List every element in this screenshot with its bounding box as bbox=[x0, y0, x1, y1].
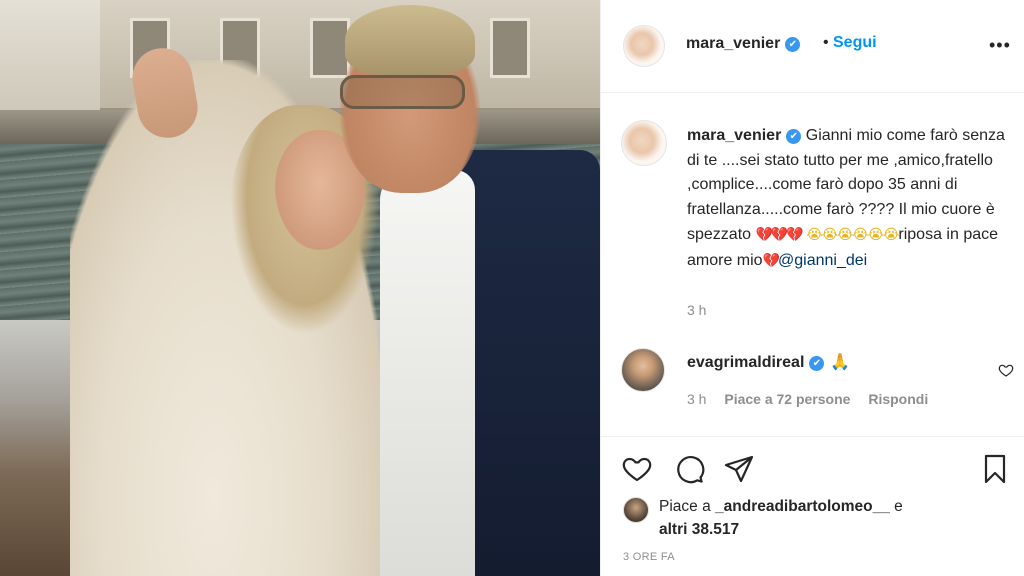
caption-author-username[interactable]: mara_venier ✔ bbox=[687, 127, 802, 144]
heart-icon[interactable] bbox=[621, 453, 653, 485]
post-caption: mara_venier ✔ Gianni mio come farò senza … bbox=[687, 124, 1019, 273]
likes-others-count[interactable]: altri 38.517 bbox=[659, 521, 739, 538]
likes-middle: e bbox=[889, 498, 903, 515]
post-actions: Piace a _andreadibartolomeo__ e altri 38… bbox=[601, 436, 1024, 576]
verified-badge-icon: ✔ bbox=[809, 356, 825, 371]
verified-badge-icon: ✔ bbox=[786, 129, 802, 144]
comment-time[interactable]: 3 h bbox=[687, 391, 706, 407]
caption-author-avatar[interactable] bbox=[621, 120, 667, 166]
caption-time[interactable]: 3 h bbox=[687, 302, 706, 318]
author-avatar[interactable] bbox=[623, 25, 665, 67]
likes-summary: Piace a _andreadibartolomeo__ e altri 38… bbox=[659, 495, 903, 541]
more-options-icon[interactable]: ••• bbox=[989, 36, 1011, 54]
photo-man-hair bbox=[345, 5, 475, 75]
comment-body: evagrimaldireal ✔ 🙏 bbox=[687, 352, 850, 372]
bookmark-icon[interactable] bbox=[979, 453, 1011, 485]
commenter-avatar[interactable] bbox=[621, 348, 665, 392]
broken-heart-emojis: 💔💔💔 bbox=[755, 226, 803, 242]
comment-bubble-icon[interactable] bbox=[673, 453, 705, 485]
reply-button[interactable]: Rispondi bbox=[868, 391, 928, 407]
post-photo[interactable] bbox=[0, 0, 600, 576]
likes-prefix: Piace a bbox=[659, 498, 716, 515]
mention-link[interactable]: @gianni_dei bbox=[778, 252, 867, 269]
author-username[interactable]: mara_venier ✔ bbox=[686, 35, 801, 53]
comment-meta: 3 h Piace a 72 persone Rispondi bbox=[687, 391, 942, 407]
post-side-panel: mara_venier ✔ • Segui ••• mara_venier ✔ Gi… bbox=[600, 0, 1024, 576]
comment-likes-count[interactable]: Piace a 72 persone bbox=[724, 391, 850, 407]
post-date[interactable]: 3 ORE FA bbox=[623, 551, 675, 563]
broken-heart-emoji: 💔 bbox=[762, 251, 780, 268]
crying-emojis: 😭😭😭😭😭😭 bbox=[806, 226, 899, 242]
verified-badge-icon: ✔ bbox=[785, 37, 801, 52]
photo-man-shirt bbox=[380, 170, 475, 576]
comment-like-heart-icon[interactable] bbox=[998, 362, 1014, 378]
photo-glasses bbox=[340, 75, 465, 109]
commenter-username[interactable]: evagrimaldireal bbox=[687, 354, 804, 371]
paper-plane-icon[interactable] bbox=[723, 453, 755, 485]
follow-button[interactable]: Segui bbox=[833, 34, 877, 52]
pray-emoji: 🙏 bbox=[830, 354, 851, 371]
separator-dot: • bbox=[823, 34, 829, 51]
liker-username[interactable]: _andreadibartolomeo__ bbox=[715, 498, 890, 515]
liker-avatar[interactable] bbox=[623, 497, 649, 523]
post-header: mara_venier ✔ • Segui ••• bbox=[601, 0, 1024, 93]
